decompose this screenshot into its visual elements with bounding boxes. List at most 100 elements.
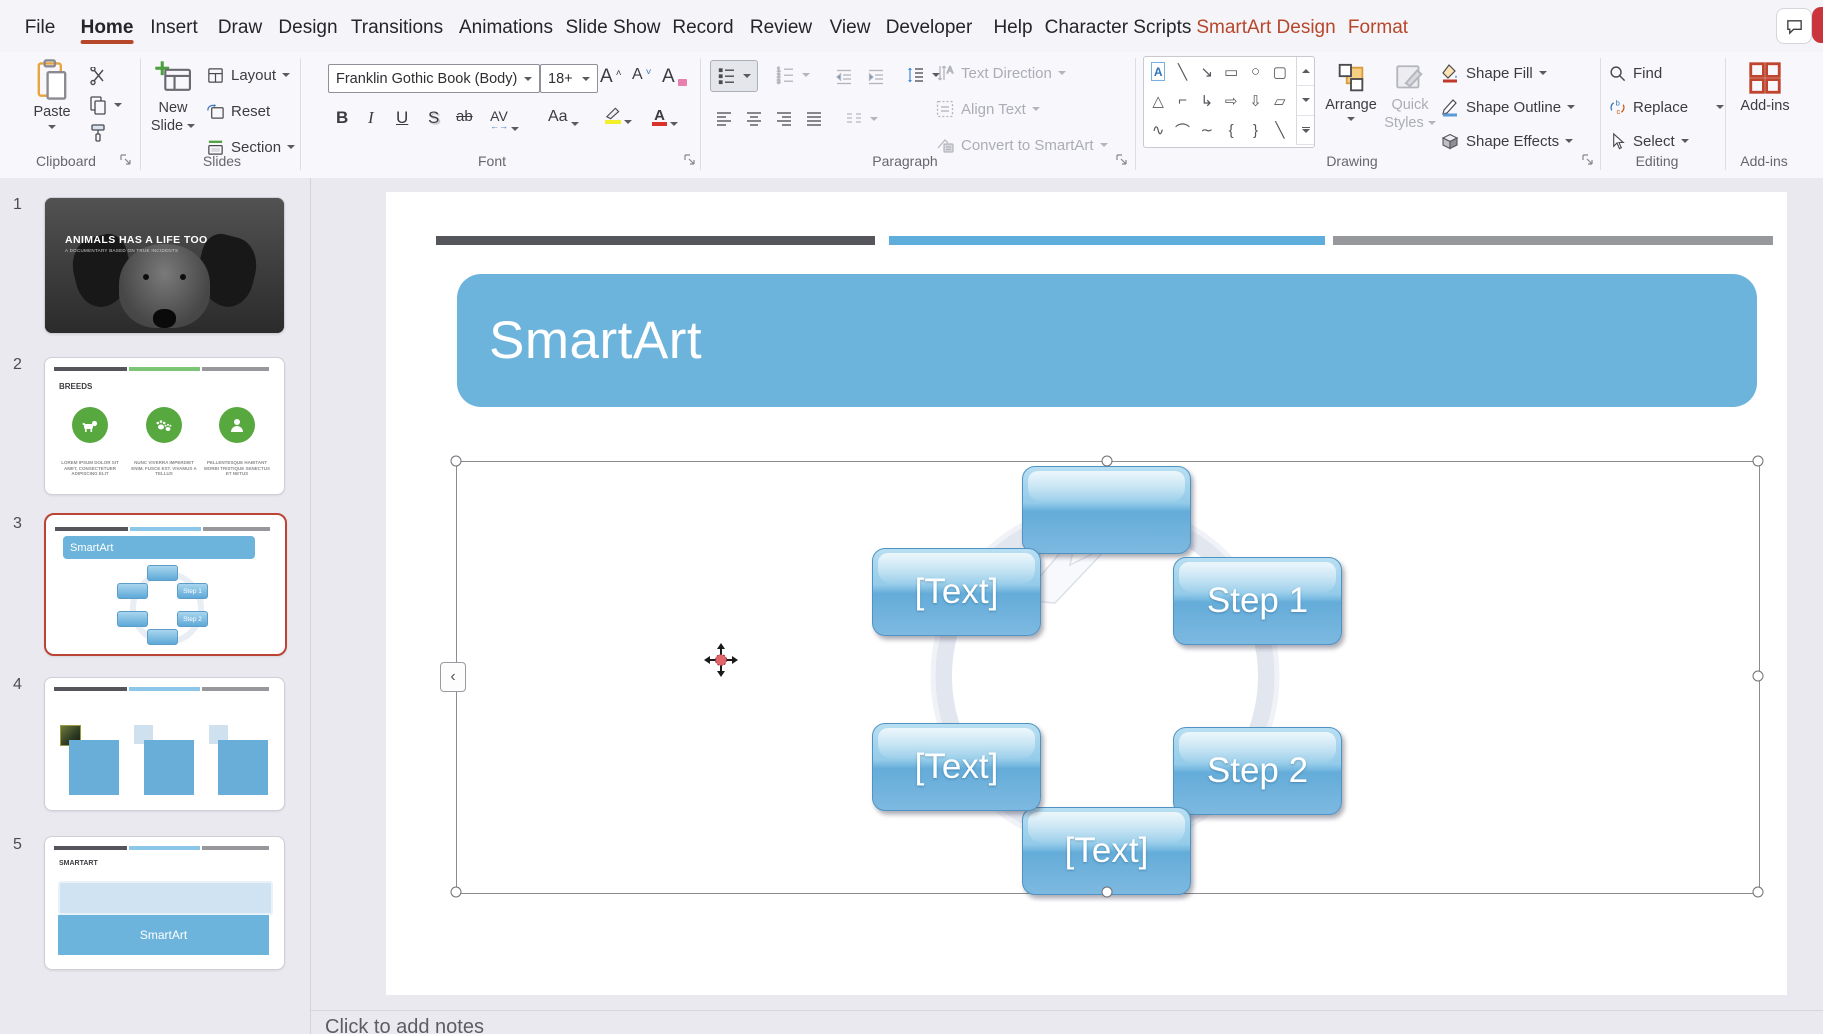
smartart-node-bottom[interactable]: [Text] — [1022, 807, 1191, 895]
convert-to-smartart-button[interactable]: Convert to SmartArt — [935, 132, 1108, 158]
shape-line2-icon[interactable]: ╲ — [1268, 116, 1292, 145]
selection-handle-bottom-left[interactable] — [451, 887, 462, 898]
increase-indent-button[interactable] — [866, 64, 886, 90]
gallery-scroll-up-button[interactable] — [1297, 57, 1314, 86]
slide-thumbnail-2[interactable]: BREEDS LOREM IPSUM DOLOR SIT AMET, CONSE… — [44, 357, 285, 495]
tab-home[interactable]: Home — [81, 11, 134, 45]
shape-brace-right-icon[interactable]: } — [1243, 116, 1267, 145]
strikethrough-button[interactable]: ab — [456, 108, 473, 125]
tab-developer[interactable]: Developer — [886, 11, 973, 45]
copy-button[interactable] — [88, 92, 122, 118]
arrange-button[interactable]: Arrange — [1322, 62, 1380, 121]
justify-button[interactable] — [804, 106, 824, 132]
slide-thumbnail-1[interactable]: ANIMALS HAS A LIFE TOO A DOCUMENTARY BAS… — [44, 197, 285, 334]
font-dialog-launcher[interactable] — [682, 152, 698, 168]
find-button[interactable]: Find — [1608, 60, 1662, 86]
sidebar-divider[interactable] — [310, 178, 311, 1034]
shape-textbox-icon[interactable]: A — [1151, 62, 1165, 81]
text-shadow-button[interactable]: S — [428, 108, 439, 128]
drawing-dialog-launcher[interactable] — [1580, 152, 1596, 168]
slide-thumbnail-4[interactable] — [44, 677, 285, 811]
bullets-button[interactable] — [710, 60, 758, 92]
slide-title-placeholder[interactable]: SmartArt — [457, 274, 1757, 407]
smartart-node-left-lower[interactable]: [Text] — [872, 723, 1041, 811]
gallery-scroll-down-button[interactable] — [1297, 86, 1314, 115]
bold-button[interactable]: B — [336, 108, 348, 128]
tab-help[interactable]: Help — [993, 11, 1032, 45]
shape-arc-icon[interactable]: ⌒ — [1170, 116, 1194, 145]
tab-insert[interactable]: Insert — [150, 11, 198, 45]
tab-character-scripts[interactable]: Character Scripts — [1045, 11, 1192, 45]
shape-block-arrow-right-icon[interactable]: ⇨ — [1219, 86, 1243, 115]
tab-format[interactable]: Format — [1348, 11, 1408, 45]
tab-record[interactable]: Record — [672, 11, 733, 45]
tab-design[interactable]: Design — [278, 11, 337, 45]
smartart-node-left-upper[interactable]: [Text] — [872, 548, 1041, 636]
shape-freeform-icon[interactable]: ▱ — [1268, 86, 1292, 115]
tab-view[interactable]: View — [830, 11, 871, 45]
shape-block-arrow-down-icon[interactable]: ⇩ — [1243, 86, 1267, 115]
cut-button[interactable] — [88, 64, 108, 90]
selection-handle-top-center[interactable] — [1102, 456, 1113, 467]
smartart-node-step1[interactable]: Step 1 — [1173, 557, 1342, 645]
shape-elbow-arrow-icon[interactable]: ↳ — [1195, 86, 1219, 115]
align-center-button[interactable] — [744, 106, 764, 132]
slide-thumbnail-3-selected[interactable]: SmartArt Step 1 Step 2 — [44, 513, 287, 656]
shape-outline-button[interactable]: Shape Outline — [1440, 94, 1575, 120]
layout-button[interactable]: Layout — [206, 62, 290, 88]
replace-button[interactable]: bc Replace — [1608, 94, 1724, 120]
tab-animations[interactable]: Animations — [459, 11, 553, 45]
share-button-partial[interactable] — [1812, 7, 1823, 43]
tab-file[interactable]: File — [25, 11, 56, 45]
shape-effects-button[interactable]: Shape Effects — [1440, 128, 1573, 154]
paragraph-dialog-launcher[interactable] — [1114, 152, 1130, 168]
shape-fill-button[interactable]: Shape Fill — [1440, 60, 1547, 86]
font-color-button[interactable]: A — [652, 107, 678, 126]
shape-scribble-icon[interactable]: ∿ — [1146, 116, 1170, 145]
reset-button[interactable]: Reset — [206, 98, 270, 124]
selection-handle-top-right[interactable] — [1753, 456, 1764, 467]
text-direction-button[interactable]: A Text Direction — [935, 60, 1066, 86]
tab-slide-show[interactable]: Slide Show — [565, 11, 660, 45]
clipboard-dialog-launcher[interactable] — [118, 152, 134, 168]
new-slide-button[interactable]: New Slide — [146, 59, 200, 135]
selection-handle-top-left[interactable] — [451, 456, 462, 467]
highlight-color-button[interactable] — [604, 106, 632, 124]
tab-review[interactable]: Review — [750, 11, 812, 45]
shape-rounded-rectangle-icon[interactable]: ▢ — [1268, 57, 1292, 86]
smartart-node-step2[interactable]: Step 2 — [1173, 727, 1342, 815]
paste-button[interactable]: Paste — [22, 59, 82, 129]
shape-curve-icon[interactable]: ∼ — [1195, 116, 1219, 145]
notes-placeholder[interactable]: Click to add notes — [325, 1016, 484, 1034]
numbering-button[interactable]: 123 — [772, 60, 814, 90]
gallery-more-button[interactable] — [1297, 116, 1314, 145]
format-painter-button[interactable] — [88, 120, 108, 146]
italic-button[interactable]: I — [368, 108, 374, 128]
shape-elbow-connector-icon[interactable]: ⌐ — [1170, 86, 1194, 115]
change-case-button[interactable]: Aa — [548, 108, 579, 126]
selection-handle-bottom-right[interactable] — [1753, 887, 1764, 898]
notes-pane-divider[interactable] — [311, 1010, 1823, 1011]
underline-button[interactable]: U — [396, 108, 408, 128]
slide-thumbnail-5[interactable]: SMARTART SmartArt — [44, 836, 285, 970]
comments-button[interactable] — [1776, 8, 1812, 44]
tab-draw[interactable]: Draw — [218, 11, 262, 45]
shape-triangle-icon[interactable]: △ — [1146, 86, 1170, 115]
shrink-font-button[interactable]: A˅ — [632, 66, 652, 84]
tab-smartart-design[interactable]: SmartArt Design — [1196, 11, 1335, 45]
shape-brace-left-icon[interactable]: { — [1219, 116, 1243, 145]
align-right-button[interactable] — [774, 106, 794, 132]
align-text-button[interactable]: Align Text — [935, 96, 1040, 122]
quick-styles-button[interactable]: Quick Styles — [1384, 62, 1436, 132]
decrease-indent-button[interactable] — [834, 64, 854, 90]
smartart-node-top[interactable] — [1022, 466, 1191, 554]
character-spacing-button[interactable]: AV ←→ — [490, 108, 519, 131]
columns-button[interactable] — [844, 106, 878, 132]
grow-font-button[interactable]: A˄ — [600, 66, 622, 88]
text-pane-toggle-button[interactable]: ‹ — [440, 662, 466, 692]
font-name-combo[interactable]: Franklin Gothic Book (Body) — [328, 64, 540, 93]
select-button[interactable]: Select — [1608, 128, 1689, 154]
selection-handle-bottom-center[interactable] — [1102, 887, 1113, 898]
shape-line-icon[interactable]: ╲ — [1170, 57, 1194, 86]
selection-handle-mid-right[interactable] — [1753, 671, 1764, 682]
